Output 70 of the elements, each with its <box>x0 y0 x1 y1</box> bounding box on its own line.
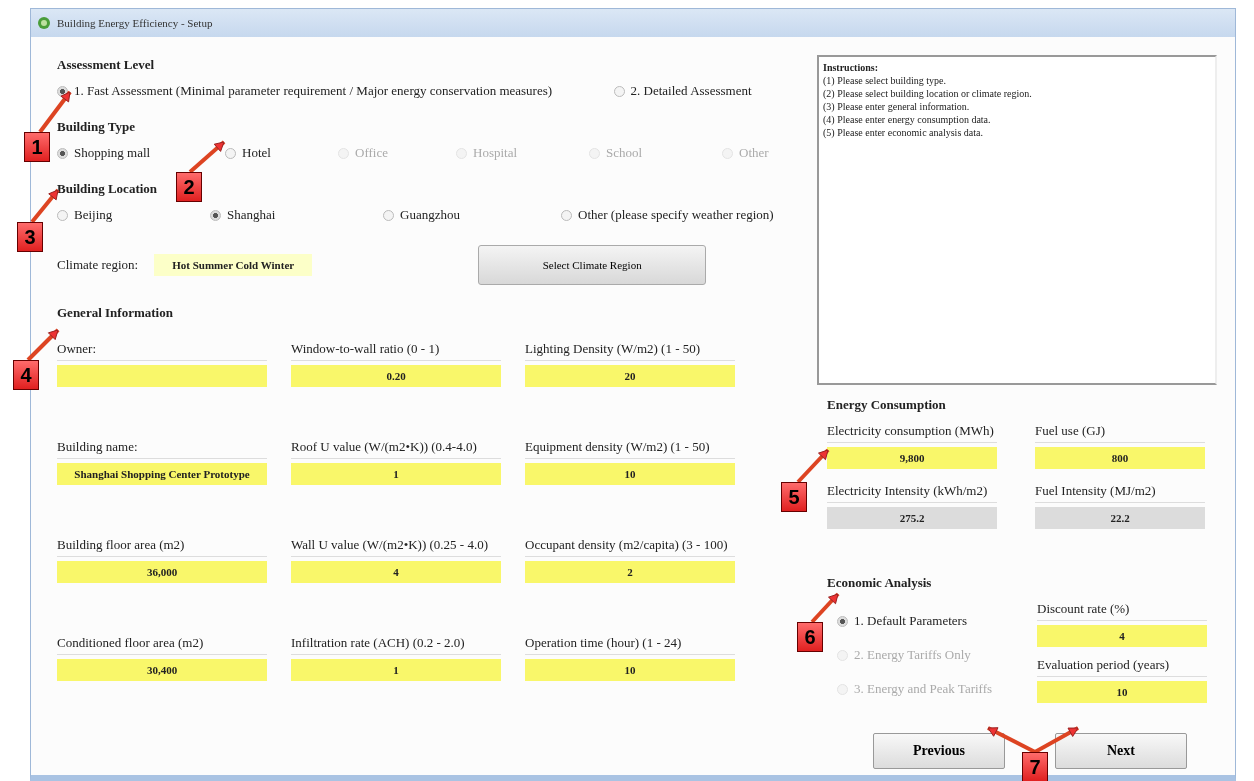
callout-badge: 6 <box>797 622 823 652</box>
field-label: Discount rate (%) <box>1037 601 1207 621</box>
callout-badge: 3 <box>17 222 43 252</box>
instruction-line: (4) Please enter energy consumption data. <box>823 113 992 126</box>
section-heading: Energy Consumption <box>827 397 946 413</box>
input-field[interactable]: 36,000 <box>57 561 267 583</box>
radio-option[interactable]: 2. Detailed Assessment <box>613 83 805 99</box>
app-icon <box>37 16 51 30</box>
callout-badge: 5 <box>781 482 807 512</box>
readonly-field: 275.2 <box>827 507 997 529</box>
input-field[interactable]: 10 <box>525 659 735 681</box>
field-label: Infiltration rate (ACH) (0.2 - 2.0) <box>291 635 501 655</box>
field-label: Wall U value (W/(m2•K)) (0.25 - 4.0) <box>291 537 501 557</box>
radio-option[interactable]: Hotel <box>225 145 330 161</box>
field-label: Equipment density (W/m2) (1 - 50) <box>525 439 735 459</box>
section-heading: Building Type <box>57 119 135 135</box>
input-field[interactable]: 4 <box>291 561 501 583</box>
input-field[interactable]: 0.20 <box>291 365 501 387</box>
section-heading: Economic Analysis <box>827 575 932 591</box>
input-field[interactable]: 800 <box>1035 447 1205 469</box>
field-label: Fuel use (GJ) <box>1035 423 1205 443</box>
radio-option[interactable]: 1. Default Parameters <box>837 613 1007 629</box>
window-title: Building Energy Efficiency - Setup <box>57 17 213 29</box>
field-label: Building name: <box>57 439 267 459</box>
instruction-line: (1) Please select building type. <box>823 74 948 87</box>
radio-option[interactable]: Other (please specify weather region) <box>561 207 805 223</box>
radio-option[interactable]: Shanghai <box>210 207 375 223</box>
next-button[interactable]: Next <box>1055 733 1187 769</box>
callout-badge: 1 <box>24 132 50 162</box>
input-field[interactable]: 10 <box>525 463 735 485</box>
radio-option[interactable]: Beijing <box>57 207 202 223</box>
section-heading: General Information <box>57 305 173 321</box>
input-field[interactable]: 1 <box>291 463 501 485</box>
input-field[interactable]: 9,800 <box>827 447 997 469</box>
previous-button[interactable]: Previous <box>873 733 1005 769</box>
input-field[interactable]: 1 <box>291 659 501 681</box>
field-label: Building floor area (m2) <box>57 537 267 557</box>
input-field[interactable]: Shanghai Shopping Center Prototype <box>57 463 267 485</box>
field-label: Window-to-wall ratio (0 - 1) <box>291 341 501 361</box>
field-label: Electricity Intensity (kWh/m2) <box>827 483 997 503</box>
readonly-field: 22.2 <box>1035 507 1205 529</box>
field-label: Fuel Intensity (MJ/m2) <box>1035 483 1205 503</box>
callout-badge: 4 <box>13 360 39 390</box>
input-field[interactable] <box>57 365 267 387</box>
field-label: Evaluation period (years) <box>1037 657 1207 677</box>
select-climate-button[interactable]: Select Climate Region <box>478 245 707 285</box>
radio-option[interactable]: Guangzhou <box>383 207 553 223</box>
instruction-line: (3) Please enter general information. <box>823 100 971 113</box>
section-heading: Building Location <box>57 181 158 197</box>
section-heading: Assessment Level <box>57 57 155 73</box>
climate-label: Climate region: <box>57 257 139 273</box>
instruction-line: (5) Please enter economic analysis data. <box>823 126 984 139</box>
field-label: Roof U value (W/(m2•K)) (0.4-4.0) <box>291 439 501 459</box>
callout-badge: 7 <box>1022 752 1048 781</box>
field-label: Occupant density (m2/capita) (3 - 100) <box>525 537 735 557</box>
input-field[interactable]: 10 <box>1037 681 1207 703</box>
instructions-heading: Instructions: <box>823 61 879 74</box>
callout-badge: 2 <box>176 172 202 202</box>
input-field[interactable]: 20 <box>525 365 735 387</box>
instruction-line: (2) Please select building location or climate region. <box>823 87 1033 100</box>
input-field[interactable]: 30,400 <box>57 659 267 681</box>
field-label: Electricity consumption (MWh) <box>827 423 997 443</box>
radio-option[interactable]: Shopping mall <box>57 145 217 161</box>
field-label: Owner: <box>57 341 267 361</box>
input-field[interactable]: 2 <box>525 561 735 583</box>
input-field[interactable]: 4 <box>1037 625 1207 647</box>
field-label: Operation time (hour) (1 - 24) <box>525 635 735 655</box>
field-label: Lighting Density (W/m2) (1 - 50) <box>525 341 735 361</box>
climate-value: Hot Summer Cold Winter <box>154 254 313 276</box>
field-label: Conditioned floor area (m2) <box>57 635 267 655</box>
